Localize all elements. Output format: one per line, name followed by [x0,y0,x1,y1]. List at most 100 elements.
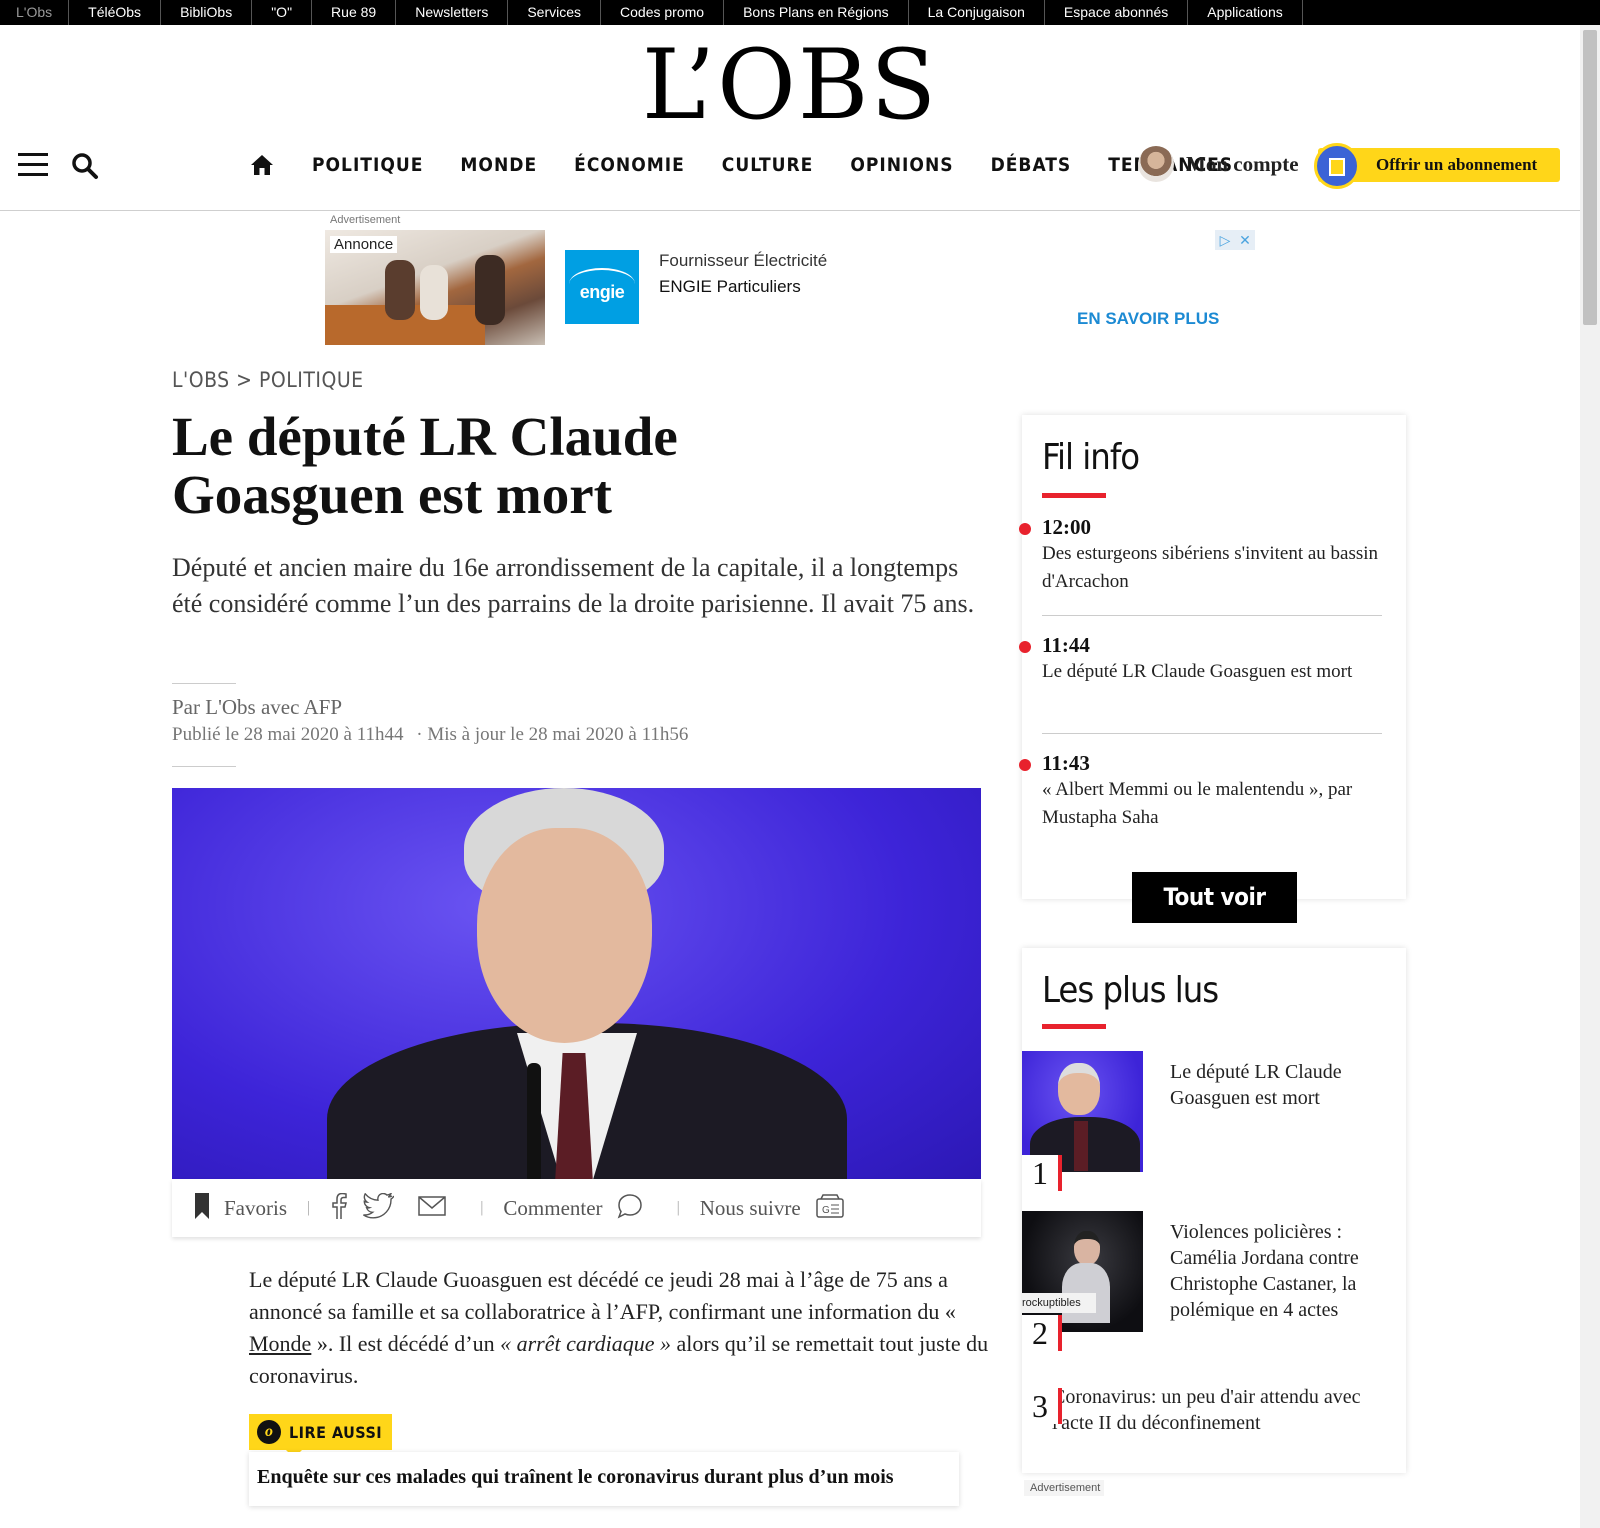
network-link[interactable]: TéléObs [69,0,162,25]
share-bar: Favoris | | Commenter | Nous suivre G [172,1179,981,1237]
comment-button[interactable]: Commenter [503,1196,602,1221]
ad-choices[interactable]: ▷ ✕ [1215,230,1255,250]
fil-info-text: « Albert Memmi ou le malentendu », par M… [1042,779,1353,828]
network-link[interactable]: Applications [1188,0,1303,25]
fil-info-card: Fil info 12:00 Des esturgeons sibériens … [1019,415,1406,899]
comment-icon[interactable] [617,1193,643,1224]
ad-cta-link[interactable]: EN SAVOIR PLUS [1077,309,1219,329]
fil-info-text: Des esturgeons sibériens s'invitent au b… [1042,543,1379,592]
network-link[interactable]: BibliObs [161,0,253,25]
les-plus-lus-card: Les plus lus 1 Le député LR Claude Goasg… [1022,948,1406,1473]
most-read-thumbnail[interactable]: rockuptibles [1022,1211,1143,1332]
ad-badge: Annonce [330,236,398,253]
nav-item-economie[interactable]: ÉCONOMIE [574,154,685,176]
twitter-icon[interactable] [362,1191,395,1224]
title-underline [1042,493,1106,498]
email-icon[interactable] [418,1195,446,1221]
byline-divider [172,766,236,767]
share-separator: | [480,1199,484,1216]
article-title: Le député LR Claude Goasguen est mort [172,406,678,525]
fil-info-item[interactable]: 11:44 Le député LR Claude Goasguen est m… [1019,633,1382,686]
share-separator: | [676,1199,680,1216]
lire-aussi-label: LIRE AUSSI [289,1422,383,1442]
account-link[interactable]: Mon compte [1138,146,1299,182]
network-link[interactable]: Bons Plans en Régions [724,0,909,25]
fil-info-title: Fil info [1042,437,1140,478]
publication-dates: Publié le 28 mai 2020 à 11h44 · Mis à jo… [172,724,688,746]
main-nav: POLITIQUE MONDE ÉCONOMIE CULTURE OPINION… [250,145,1270,185]
most-read-thumbnail[interactable] [1022,1051,1143,1172]
close-icon[interactable]: ✕ [1235,230,1255,250]
ad-label: Advertisement [330,214,401,226]
rank-number: 3 [1022,1388,1062,1424]
lire-aussi-badge: o LIRE AUSSI [249,1414,393,1458]
engie-logo[interactable]: engie [565,250,639,324]
hero-image [172,788,981,1179]
fil-info-time: 12:00 [1042,515,1091,539]
published-date: Publié le 28 mai 2020 à 11h44 [172,724,404,745]
body-text: ». Il est décédé d’un [311,1331,501,1356]
rank-number: 2 [1022,1315,1062,1351]
nav-item-debats[interactable]: DÉBATS [991,154,1072,176]
breadcrumb[interactable]: L'OBS > POLITIQUE [172,368,364,392]
fil-info-item[interactable]: 12:00 Des esturgeons sibériens s'inviten… [1019,515,1382,596]
site-logo[interactable]: L’OBS [640,30,940,140]
updated-date: · Mis à jour le 28 mai 2020 à 11h56 [416,724,689,745]
most-read-title: Coronavirus: un peu d'air attendu avec l… [1052,1386,1361,1434]
tout-voir-button[interactable]: Tout voir [1132,872,1297,923]
bullet-dot [1019,523,1031,535]
nav-item-politique[interactable]: POLITIQUE [312,154,423,176]
network-link[interactable]: Newsletters [396,0,509,25]
thumbnail-caption: rockuptibles [1022,1293,1096,1313]
article-lede: Député et ancien maire du 16e arrondisse… [172,553,975,618]
rank-number: 1 [1022,1155,1062,1191]
body-text: Le député LR Claude Guoasguen est décédé… [249,1267,956,1324]
obs-o-icon: o [257,1420,281,1444]
monde-link[interactable]: Monde [249,1331,311,1356]
byline: Par L'Obs avec AFP [172,695,343,719]
body-quote: « arrêt cardiaque » [500,1331,671,1356]
fil-info-item[interactable]: 11:43 « Albert Memmi ou le malentendu »,… [1019,751,1382,832]
network-link[interactable]: "O" [252,0,313,25]
ad-title[interactable]: Fournisseur Électricité [659,251,827,271]
nav-item-culture[interactable]: CULTURE [722,154,814,176]
gift-icon [1314,143,1360,189]
account-label: Mon compte [1186,151,1299,176]
fil-info-time: 11:43 [1042,751,1090,775]
network-bar: L'Obs TéléObs BibliObs "O" Rue 89 Newsle… [0,0,1600,25]
network-link[interactable]: Espace abonnés [1045,0,1189,25]
google-news-icon[interactable]: G [815,1193,845,1224]
network-bar-list: L'Obs TéléObs BibliObs "O" Rue 89 Newsle… [0,0,1600,25]
favoris-button[interactable]: Favoris [224,1196,287,1221]
bullet-dot [1019,641,1031,653]
network-link[interactable]: La Conjugaison [909,0,1045,25]
offer-subscription-button[interactable]: Offrir un abonnement [1314,143,1560,189]
share-separator: | [307,1199,311,1216]
network-link[interactable]: Services [508,0,602,25]
title-underline [1042,1024,1106,1029]
article-body: Le député LR Claude Guoasguen est décédé… [249,1264,989,1392]
network-link[interactable]: L'Obs [0,0,70,25]
nav-item-monde[interactable]: MONDE [460,154,537,176]
divider [1042,733,1382,734]
ad-brand[interactable]: ENGIE Particuliers [659,277,801,297]
bookmark-icon[interactable] [194,1192,210,1224]
hamburger-menu-icon[interactable] [18,153,48,177]
fil-info-time: 11:44 [1042,633,1090,657]
follow-button[interactable]: Nous suivre [700,1196,801,1221]
fil-info-text: Le député LR Claude Goasguen est mort [1042,661,1353,682]
offer-label: Offrir un abonnement [1376,155,1538,174]
header-divider [0,210,1580,211]
byline-divider [172,683,236,684]
home-icon[interactable] [250,153,274,177]
adchoices-icon[interactable]: ▷ [1215,230,1235,250]
les-plus-lus-title: Les plus lus [1042,970,1219,1011]
facebook-icon[interactable] [330,1192,348,1224]
search-icon[interactable] [71,152,99,180]
network-link[interactable]: Rue 89 [312,0,397,25]
scrollbar-thumb[interactable] [1583,30,1597,325]
network-link[interactable]: Codes promo [601,0,725,25]
nav-item-opinions[interactable]: OPINIONS [850,154,953,176]
most-read-title: Le député LR Claude Goasguen est mort [1170,1061,1342,1109]
related-article-link[interactable]: Enquête sur ces malades qui traînent le … [249,1452,959,1506]
